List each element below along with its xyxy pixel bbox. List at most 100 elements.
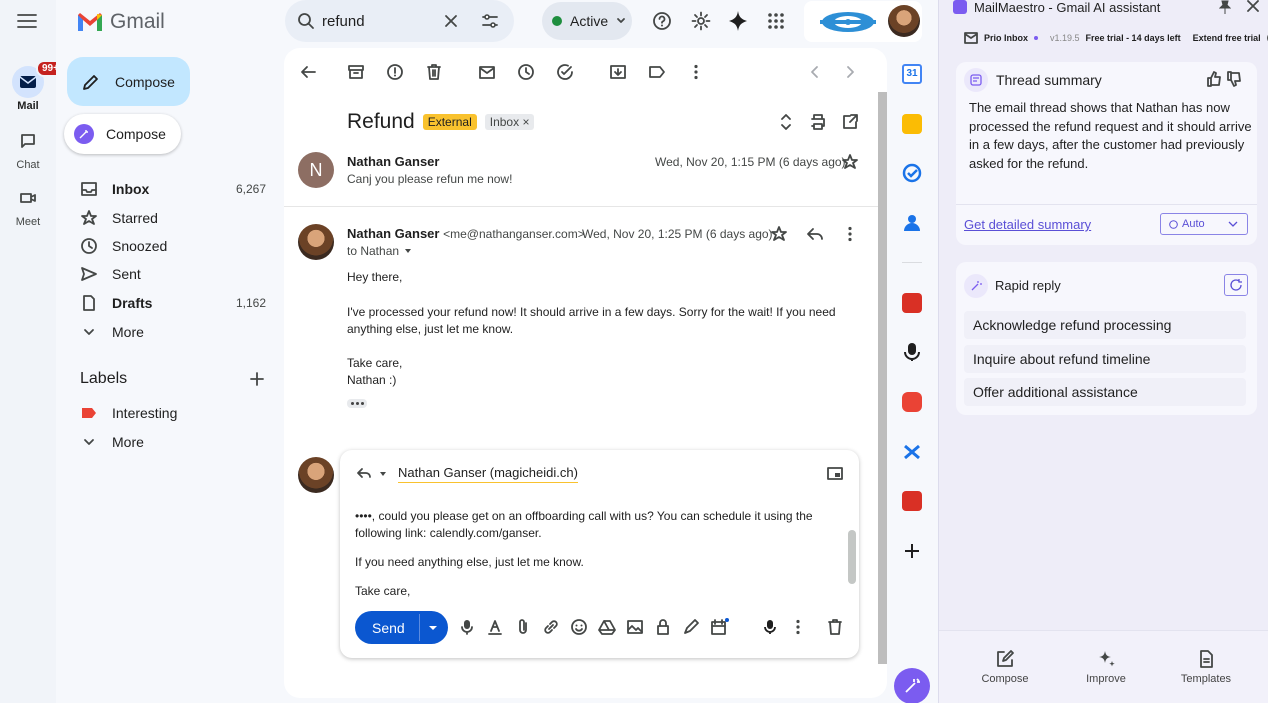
prev-chevron-icon[interactable] xyxy=(807,63,823,81)
msg2-from[interactable]: Nathan Ganser <me@nathanganser.com> xyxy=(347,226,585,241)
send-button[interactable]: Send xyxy=(372,620,405,636)
addon-app-icon[interactable] xyxy=(902,491,922,511)
schedule-calendar-icon[interactable] xyxy=(710,618,730,636)
add-task-icon[interactable] xyxy=(556,63,574,81)
archive-icon[interactable] xyxy=(347,63,365,81)
print-icon[interactable] xyxy=(809,113,827,131)
more-options-icon[interactable] xyxy=(789,618,807,636)
bottom-templates[interactable]: Templates xyxy=(1166,649,1246,685)
delete-icon[interactable] xyxy=(425,63,443,81)
gear-icon[interactable] xyxy=(691,11,711,31)
back-arrow-icon[interactable] xyxy=(299,63,317,81)
thumbs-down-icon[interactable] xyxy=(1226,71,1242,87)
confidential-lock-icon[interactable] xyxy=(654,618,672,636)
show-trimmed-content-button[interactable] xyxy=(347,399,367,408)
nav-snoozed[interactable]: Snoozed xyxy=(80,232,266,260)
rail-chat[interactable]: Chat xyxy=(0,125,56,171)
msg1-sender[interactable]: Nathan Ganser xyxy=(347,154,439,169)
microphone-icon[interactable] xyxy=(903,342,921,362)
extend-trial-link[interactable]: Extend free trial xyxy=(1193,33,1261,43)
pin-icon[interactable] xyxy=(1219,0,1231,14)
attach-icon[interactable] xyxy=(514,618,532,636)
reply-option[interactable]: Offer additional assistance xyxy=(964,378,1246,406)
language-select[interactable]: Auto xyxy=(1160,213,1248,235)
more-vert-icon[interactable] xyxy=(687,63,705,81)
nav-drafts[interactable]: Drafts 1,162 xyxy=(80,289,266,317)
contacts-app-icon[interactable] xyxy=(902,213,922,233)
reply-scrollbar[interactable] xyxy=(848,530,856,584)
star-icon[interactable] xyxy=(770,225,788,243)
expand-all-icon[interactable] xyxy=(778,113,794,131)
pop-out-icon[interactable] xyxy=(827,467,843,481)
remove-label-icon[interactable]: × xyxy=(522,115,529,129)
recipients-toggle[interactable]: to Nathan xyxy=(347,244,413,258)
calendar-app-icon[interactable]: 31 xyxy=(902,64,922,84)
msg1-snippet[interactable]: Canj you please refun me now! xyxy=(347,172,512,186)
reply-option[interactable]: Inquire about refund timeline xyxy=(964,345,1246,373)
labels-more[interactable]: More xyxy=(80,428,266,456)
prio-inbox-link[interactable]: Prio Inbox xyxy=(984,33,1028,43)
reply-icon[interactable] xyxy=(806,225,824,243)
more-vert-icon[interactable] xyxy=(841,225,859,243)
report-spam-icon[interactable] xyxy=(386,63,404,81)
emoji-icon[interactable] xyxy=(570,618,588,636)
add-label-icon[interactable] xyxy=(249,371,265,387)
rail-mail[interactable]: 99+ Mail xyxy=(0,60,65,112)
main-menu-icon[interactable] xyxy=(16,12,38,30)
open-new-window-icon[interactable] xyxy=(841,113,859,131)
gemini-sparkle-icon[interactable] xyxy=(728,10,748,32)
detailed-summary-link[interactable]: Get detailed summary xyxy=(964,217,1091,232)
snooze-clock-icon[interactable] xyxy=(517,63,535,81)
close-icon[interactable] xyxy=(1247,0,1259,12)
gmail-logo[interactable]: Gmail xyxy=(76,10,165,34)
reply-recipient[interactable]: Nathan Ganser (magicheidi.ch) xyxy=(398,465,578,483)
text-format-icon[interactable] xyxy=(486,618,504,636)
mailmaestro-fab[interactable] xyxy=(894,668,930,703)
keep-app-icon[interactable] xyxy=(902,114,922,134)
drive-icon[interactable] xyxy=(598,618,616,636)
tasks-app-icon[interactable] xyxy=(902,163,922,183)
nav-starred[interactable]: Starred xyxy=(80,204,266,232)
discard-draft-icon[interactable] xyxy=(826,618,844,636)
bottom-compose[interactable]: Compose xyxy=(965,649,1045,685)
addon-app-icon[interactable] xyxy=(902,392,922,412)
label-interesting[interactable]: Interesting xyxy=(80,399,266,427)
nav-sent[interactable]: Sent xyxy=(80,260,266,288)
search-input[interactable] xyxy=(322,10,462,32)
reply-option[interactable]: Acknowledge refund processing xyxy=(964,311,1246,339)
mailmaestro-compose-button[interactable]: Compose xyxy=(64,114,181,154)
search-icon[interactable] xyxy=(297,12,315,30)
status-dropdown[interactable]: Active xyxy=(542,2,632,40)
compose-button[interactable]: Compose xyxy=(67,57,190,106)
thumbs-up-icon[interactable] xyxy=(1206,71,1222,87)
account-chip[interactable] xyxy=(804,1,922,42)
link-icon[interactable] xyxy=(542,618,560,636)
search-bar[interactable] xyxy=(285,0,514,42)
add-addon-icon[interactable] xyxy=(903,542,921,560)
nav-more[interactable]: More xyxy=(80,318,266,346)
voice-input-icon[interactable] xyxy=(761,618,779,636)
reply-body-editor[interactable]: ••••, could you please get on an offboar… xyxy=(355,508,825,600)
reply-type-dropdown[interactable] xyxy=(356,466,388,482)
send-options-caret-icon[interactable] xyxy=(427,623,439,633)
label-icon[interactable] xyxy=(648,63,666,81)
account-avatar[interactable] xyxy=(888,5,920,37)
mark-unread-icon[interactable] xyxy=(478,63,496,81)
image-icon[interactable] xyxy=(626,618,644,636)
signature-pen-icon[interactable] xyxy=(682,618,700,636)
pane-scrollbar[interactable] xyxy=(878,92,887,664)
search-options-icon[interactable] xyxy=(481,12,499,30)
next-chevron-icon[interactable] xyxy=(842,63,858,81)
star-icon[interactable] xyxy=(841,153,859,171)
apps-grid-icon[interactable] xyxy=(767,12,785,30)
clear-search-icon[interactable] xyxy=(443,13,459,29)
move-to-icon[interactable] xyxy=(609,63,627,81)
addon-app-icon[interactable] xyxy=(902,293,922,313)
refresh-icon[interactable] xyxy=(1224,274,1248,296)
rail-meet[interactable]: Meet xyxy=(0,182,56,228)
nav-inbox[interactable]: Inbox 6,267 xyxy=(80,175,266,203)
inbox-badge[interactable]: Inbox × xyxy=(484,114,535,130)
bottom-improve[interactable]: Improve xyxy=(1066,649,1146,685)
addon-app-icon[interactable] xyxy=(902,442,922,462)
microphone-icon[interactable] xyxy=(458,618,476,636)
